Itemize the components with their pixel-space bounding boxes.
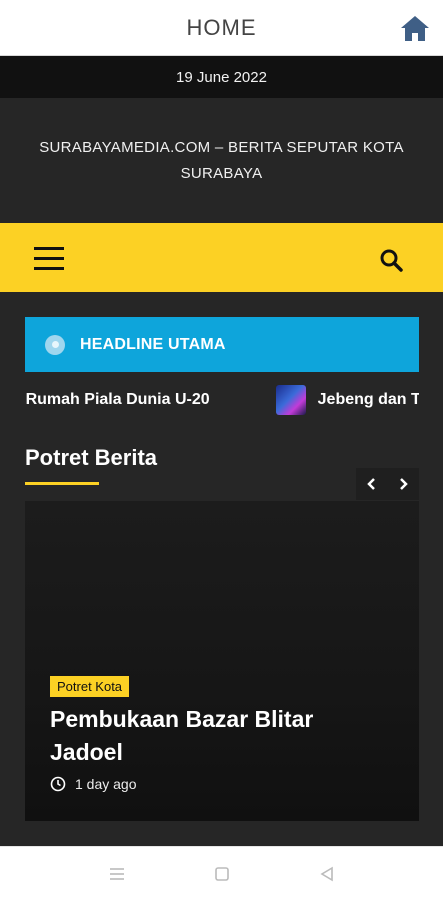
square-icon bbox=[215, 867, 229, 881]
menu-button[interactable] bbox=[34, 247, 64, 270]
ticker-item-text: Indonesia Tuan Rumah Piala Dunia U-20 bbox=[25, 391, 210, 408]
site-header: SURABAYAMEDIA.COM – BERITA SEPUTAR KOTA … bbox=[0, 98, 443, 223]
clock-icon bbox=[50, 776, 66, 792]
live-dot-icon bbox=[45, 334, 65, 355]
ticker-thumbnail bbox=[275, 385, 306, 415]
chevron-right-icon bbox=[400, 478, 409, 490]
page-title: HOME bbox=[186, 14, 257, 40]
carousel-controls bbox=[356, 468, 419, 500]
section-title: Potret Berita bbox=[25, 445, 158, 470]
search-icon bbox=[380, 249, 403, 272]
story-time: 1 day ago bbox=[75, 776, 137, 792]
current-date: 19 June 2022 bbox=[176, 68, 267, 86]
home-button[interactable] bbox=[399, 12, 431, 44]
site-title[interactable]: SURABAYAMEDIA.COM – BERITA SEPUTAR KOTA … bbox=[22, 135, 422, 187]
hamburger-icon bbox=[34, 247, 64, 250]
app-bar: HOME bbox=[0, 0, 443, 56]
story-title[interactable]: Pembukaan Bazar Blitar Jadoel bbox=[50, 703, 390, 769]
home-system-button[interactable] bbox=[210, 863, 234, 885]
story-card[interactable]: Potret Kota Pembukaan Bazar Blitar Jadoe… bbox=[25, 501, 419, 821]
story-meta: 1 day ago bbox=[50, 776, 137, 792]
chevron-left-icon bbox=[366, 478, 375, 490]
ticker-item-text: Jebeng dan Thulik Sidoarjo 2022 bbox=[317, 391, 419, 408]
date-bar: 19 June 2022 bbox=[0, 56, 443, 98]
carousel-prev-button[interactable] bbox=[356, 468, 388, 500]
hamburger-line bbox=[34, 267, 64, 270]
carousel-next-button[interactable] bbox=[388, 468, 420, 500]
nav-bar bbox=[0, 223, 443, 292]
ticker-item[interactable]: Indonesia Tuan Rumah Piala Dunia U-20 bbox=[25, 391, 210, 409]
headline-bar: HEADLINE UTAMA bbox=[25, 317, 419, 372]
news-ticker: Indonesia Tuan Rumah Piala Dunia U-20 Je… bbox=[25, 375, 419, 425]
hamburger-line bbox=[34, 257, 64, 260]
section-underline bbox=[25, 482, 99, 485]
search-button[interactable] bbox=[378, 247, 406, 275]
system-nav-bar bbox=[0, 846, 443, 901]
recent-apps-icon bbox=[110, 868, 124, 880]
back-triangle-icon bbox=[320, 866, 333, 882]
back-button[interactable] bbox=[315, 863, 339, 885]
category-badge[interactable]: Potret Kota bbox=[50, 676, 130, 697]
ticker-item[interactable]: Jebeng dan Thulik Sidoarjo 2022 bbox=[275, 385, 419, 415]
home-icon bbox=[401, 16, 429, 41]
headline-label: HEADLINE UTAMA bbox=[80, 335, 226, 353]
recent-apps-button[interactable] bbox=[105, 863, 129, 885]
